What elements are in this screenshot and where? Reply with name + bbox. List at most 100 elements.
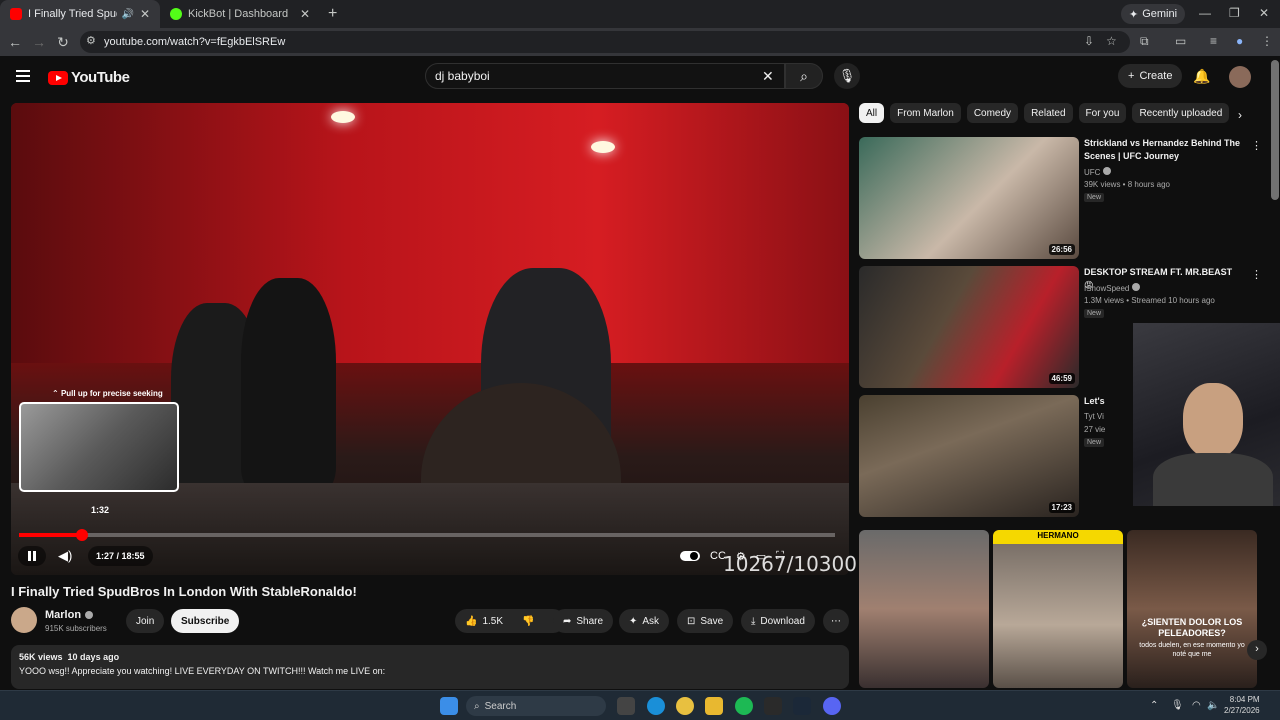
voice-search-button[interactable]: 🎙: [834, 63, 860, 89]
progress-played: [19, 533, 82, 537]
install-app-icon[interactable]: ⇩: [1084, 34, 1094, 48]
share-label: Share: [576, 615, 604, 627]
app-icon[interactable]: [764, 697, 782, 715]
short-thumbnail[interactable]: HERMANO: [993, 530, 1123, 688]
video-thumbnail[interactable]: 46:59: [859, 266, 1079, 388]
more-vertical-icon[interactable]: ⋮: [1251, 268, 1262, 281]
tray-chevron-up-icon[interactable]: ⌃: [1150, 700, 1158, 711]
short-thumbnail[interactable]: [859, 530, 989, 688]
recommended-channel[interactable]: Tyt Vi: [1084, 412, 1104, 421]
chrome-icon[interactable]: [676, 697, 694, 715]
discord-icon[interactable]: [823, 697, 841, 715]
join-button[interactable]: Join: [126, 609, 165, 633]
thumbs-up-icon[interactable]: 👍: [465, 616, 477, 627]
chip-comedy[interactable]: Comedy: [966, 103, 1019, 123]
chip-recently-uploaded[interactable]: Recently uploaded: [1132, 103, 1230, 123]
create-button[interactable]: + Create: [1118, 64, 1183, 88]
close-window-icon[interactable]: ✕: [1259, 6, 1269, 20]
file-explorer-icon[interactable]: [705, 697, 723, 715]
speaker-icon[interactable]: 🔈: [1207, 700, 1219, 711]
taskbar-search[interactable]: ⌕ Search: [466, 696, 606, 716]
notifications-bell-icon[interactable]: 🔔: [1193, 68, 1210, 85]
task-view-icon[interactable]: [617, 697, 635, 715]
tray-microphone-icon[interactable]: 🎙: [1171, 700, 1184, 711]
video-person: [241, 278, 336, 488]
video-thumbnail[interactable]: 17:23: [859, 395, 1079, 517]
new-badge: New: [1084, 193, 1105, 202]
recommended-channel[interactable]: UFC: [1084, 167, 1111, 177]
search-button[interactable]: ⌕: [785, 63, 823, 89]
more-vertical-icon[interactable]: ⋮: [1251, 139, 1262, 152]
account-avatar[interactable]: [1229, 66, 1251, 88]
chevron-right-icon: ›: [1255, 643, 1259, 655]
recommended-video[interactable]: 26:56 Strickland vs Hernandez Behind The…: [859, 137, 1262, 259]
site-info-icon[interactable]: ⚙: [86, 34, 96, 47]
download-button[interactable]: ⤓ Download: [741, 609, 815, 633]
video-duration: 46:59: [1048, 373, 1075, 384]
chip-all[interactable]: All: [859, 103, 885, 123]
ask-button[interactable]: ✦ Ask: [619, 609, 670, 633]
audio-playing-icon[interactable]: 🔊: [121, 9, 133, 20]
bookmark-star-icon[interactable]: ☆: [1106, 34, 1117, 48]
taskbar-search-label: Search: [484, 700, 517, 712]
edge-icon[interactable]: [647, 697, 665, 715]
description-box[interactable]: 56K views 10 days ago YOOO wsg!! Appreci…: [11, 645, 849, 689]
spotify-icon[interactable]: [735, 697, 753, 715]
recommended-title[interactable]: Strickland vs Hernandez Behind The Scene…: [1084, 137, 1244, 163]
autoplay-toggle[interactable]: [680, 551, 700, 561]
recommended-channel[interactable]: IShowSpeed: [1084, 283, 1140, 293]
profile-icon[interactable]: ●: [1236, 34, 1243, 48]
tab-youtube-video[interactable]: I Finally Tried SpudBros In L 🔊 ✕: [0, 0, 160, 28]
subscribe-button[interactable]: Subscribe: [171, 609, 240, 633]
more-horizontal-icon: ⋯: [831, 615, 841, 627]
microphone-icon: 🎙: [838, 68, 856, 83]
thumbs-down-icon[interactable]: 👎: [522, 616, 534, 627]
minimize-icon[interactable]: —: [1199, 6, 1211, 20]
clock-date: 2/27/2026: [1224, 706, 1260, 715]
new-tab-icon[interactable]: +: [328, 5, 337, 23]
page-scrollbar[interactable]: [1271, 60, 1279, 200]
maximize-icon[interactable]: ❐: [1229, 6, 1240, 20]
video-thumbnail[interactable]: 26:56: [859, 137, 1079, 259]
video-frame-background: [11, 103, 849, 363]
hamburger-menu-icon[interactable]: [16, 70, 30, 82]
taskbar-clock[interactable]: 8:04 PM 2/27/2026: [1224, 694, 1260, 716]
media-control-icon[interactable]: ≡: [1210, 34, 1217, 48]
browser-menu-icon[interactable]: ⋮: [1261, 34, 1273, 48]
clear-search-icon[interactable]: ✕: [762, 68, 774, 85]
channel-name[interactable]: Marlon: [45, 609, 94, 621]
url-field[interactable]: ⚙ youtube.com/watch?v=fEgkbElSREw: [80, 31, 1130, 53]
extensions-icon[interactable]: ⧉: [1140, 34, 1149, 49]
wifi-icon[interactable]: ◠: [1192, 700, 1201, 711]
chip-from-marlon[interactable]: From Marlon: [890, 103, 961, 123]
close-tab-icon[interactable]: ✕: [300, 7, 310, 21]
forward-icon[interactable]: →: [27, 34, 51, 50]
progress-bar[interactable]: [19, 529, 835, 541]
more-actions-button[interactable]: ⋯: [823, 609, 849, 633]
reload-icon[interactable]: ↻: [51, 34, 75, 51]
youtube-logo[interactable]: YouTube: [48, 69, 130, 86]
progress-scrubber[interactable]: [75, 529, 88, 541]
volume-icon[interactable]: ◀): [58, 548, 72, 564]
pause-button[interactable]: [18, 546, 46, 566]
like-count[interactable]: 1.5K: [482, 616, 503, 627]
tab-kickbot-dashboard[interactable]: KickBot | Dashboard ✕: [160, 0, 320, 28]
browser-tab-bar: I Finally Tried SpudBros In L 🔊 ✕ KickBo…: [0, 0, 1280, 28]
video-player[interactable]: [11, 103, 849, 575]
cast-icon[interactable]: ▭: [1175, 34, 1186, 48]
shorts-next-button[interactable]: ›: [1247, 640, 1267, 660]
chevron-right-icon[interactable]: ›: [1238, 108, 1242, 122]
chip-related[interactable]: Related: [1024, 103, 1073, 123]
close-tab-icon[interactable]: ✕: [140, 7, 150, 21]
search-input[interactable]: dj babyboi: [425, 63, 785, 89]
preview-timestamp: 1:32: [91, 505, 110, 515]
save-button[interactable]: ⊡ Save: [677, 609, 734, 633]
chip-for-you[interactable]: For you: [1078, 103, 1127, 123]
steam-icon[interactable]: [793, 697, 811, 715]
share-button[interactable]: ➦ Share: [553, 609, 614, 633]
short-thumbnail[interactable]: ¿SIENTEN DOLOR LOS PELEADORES? todos due…: [1127, 530, 1257, 688]
windows-start-icon[interactable]: [440, 697, 458, 715]
back-icon[interactable]: ←: [3, 34, 27, 50]
gemini-button[interactable]: ✦ Gemini: [1121, 4, 1186, 24]
channel-avatar[interactable]: [11, 607, 37, 633]
